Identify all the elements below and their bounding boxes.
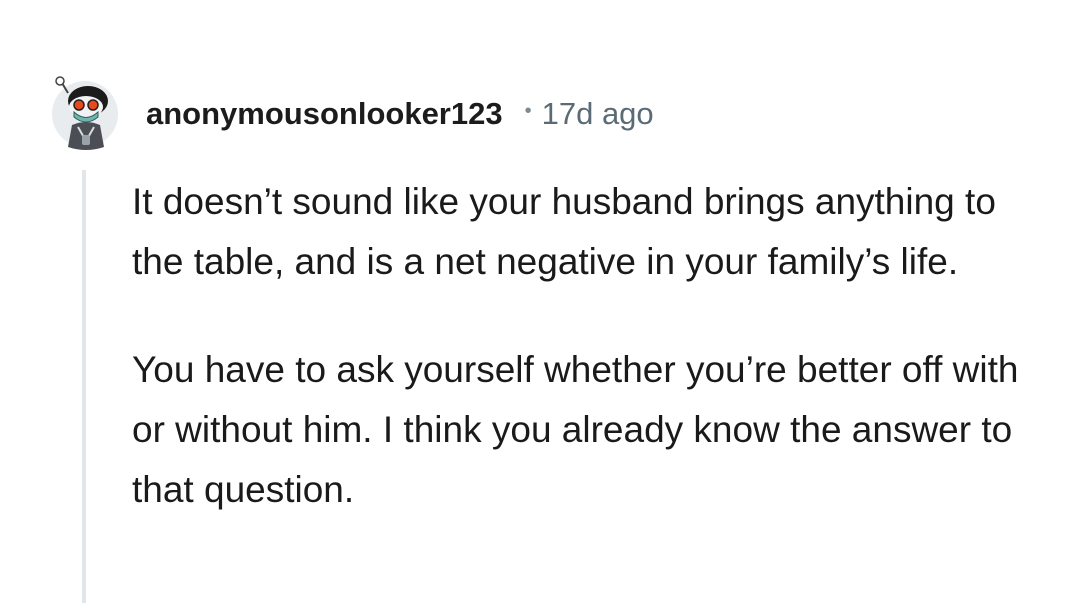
comment-timestamp[interactable]: 17d ago bbox=[542, 96, 654, 132]
thread-line[interactable] bbox=[82, 170, 86, 603]
meta-separator: • bbox=[524, 99, 532, 122]
comment-body: It doesn’t sound like your husband bring… bbox=[132, 172, 1032, 520]
comment: anonymousonlooker123 • 17d ago It doesn’… bbox=[0, 0, 1080, 603]
comment-paragraph: You have to ask yourself whether you’re … bbox=[132, 349, 1019, 510]
snoo-avatar-icon bbox=[55, 76, 108, 150]
user-avatar[interactable] bbox=[52, 76, 118, 150]
comment-header: anonymousonlooker123 • 17d ago bbox=[52, 76, 654, 150]
comment-paragraph: It doesn’t sound like your husband bring… bbox=[132, 181, 996, 282]
author-username[interactable]: anonymousonlooker123 bbox=[146, 96, 503, 132]
